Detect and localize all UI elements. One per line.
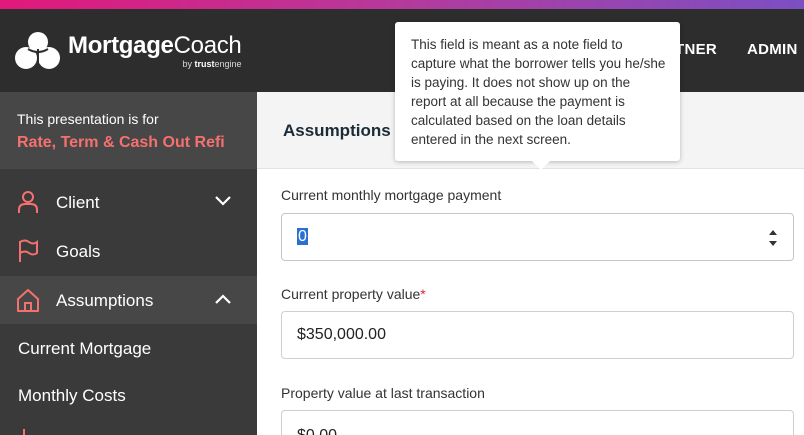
sidebar-item-label: Goals — [56, 242, 101, 261]
presentation-for-label: This presentation is for — [17, 111, 159, 127]
chevron-up-icon[interactable] — [214, 293, 232, 305]
chevron-down-icon[interactable] — [214, 195, 232, 207]
property-value-last-transaction-input[interactable]: $0.00 — [281, 410, 794, 435]
sidebar-item-label: Assumptions — [56, 291, 154, 310]
person-icon — [18, 191, 38, 213]
current-property-value-input[interactable]: $350,000.00 — [281, 311, 794, 359]
sidebar-subitem-monthly-costs[interactable]: Monthly Costs — [18, 386, 126, 406]
nav-partner[interactable]: TNER — [675, 41, 717, 58]
flag-icon — [19, 239, 38, 262]
sidebar-subitem-current-mortgage[interactable]: Current Mortgage — [18, 339, 151, 359]
page-title: Assumptions — [283, 121, 391, 140]
sidebar-item-goals[interactable]: Goals — [0, 227, 257, 275]
nav-admin[interactable]: ADMIN — [747, 41, 798, 58]
brand-byline: by trustengine — [182, 59, 242, 69]
sidebar-item-client[interactable]: Client — [0, 178, 257, 226]
selected-value: 0 — [297, 228, 308, 245]
help-tooltip: This field is meant as a note field to c… — [395, 22, 680, 170]
field-label-current-payment: Current monthly mortgage payment — [281, 187, 502, 203]
logo-mark-icon — [15, 32, 60, 69]
current-monthly-payment-input[interactable]: 0 — [281, 213, 794, 261]
presentation-title[interactable]: Rate, Term & Cash Out Refi — [17, 134, 225, 152]
brand-logo[interactable]: MortgageCoach by trustengine — [14, 31, 242, 71]
required-marker: * — [420, 286, 426, 302]
sidebar: This presentation is for Rate, Term & Ca… — [0, 92, 257, 435]
brand-name: MortgageCoach — [68, 32, 242, 59]
sidebar-item-assumptions[interactable]: Assumptions — [0, 276, 257, 324]
field-label-last-transaction: Property value at last transaction — [281, 385, 485, 401]
presentation-info: This presentation is for Rate, Term & Ca… — [0, 92, 257, 169]
sidebar-item-label: Client — [56, 193, 100, 212]
tooltip-arrow — [532, 161, 550, 170]
top-accent-stripe — [0, 0, 804, 9]
home-icon — [17, 289, 39, 312]
partial-icon — [23, 429, 25, 435]
number-spinner-icon[interactable] — [768, 229, 778, 247]
field-label-property-value: Current property value* — [281, 286, 426, 302]
tooltip-text: This field is meant as a note field to c… — [411, 37, 666, 147]
